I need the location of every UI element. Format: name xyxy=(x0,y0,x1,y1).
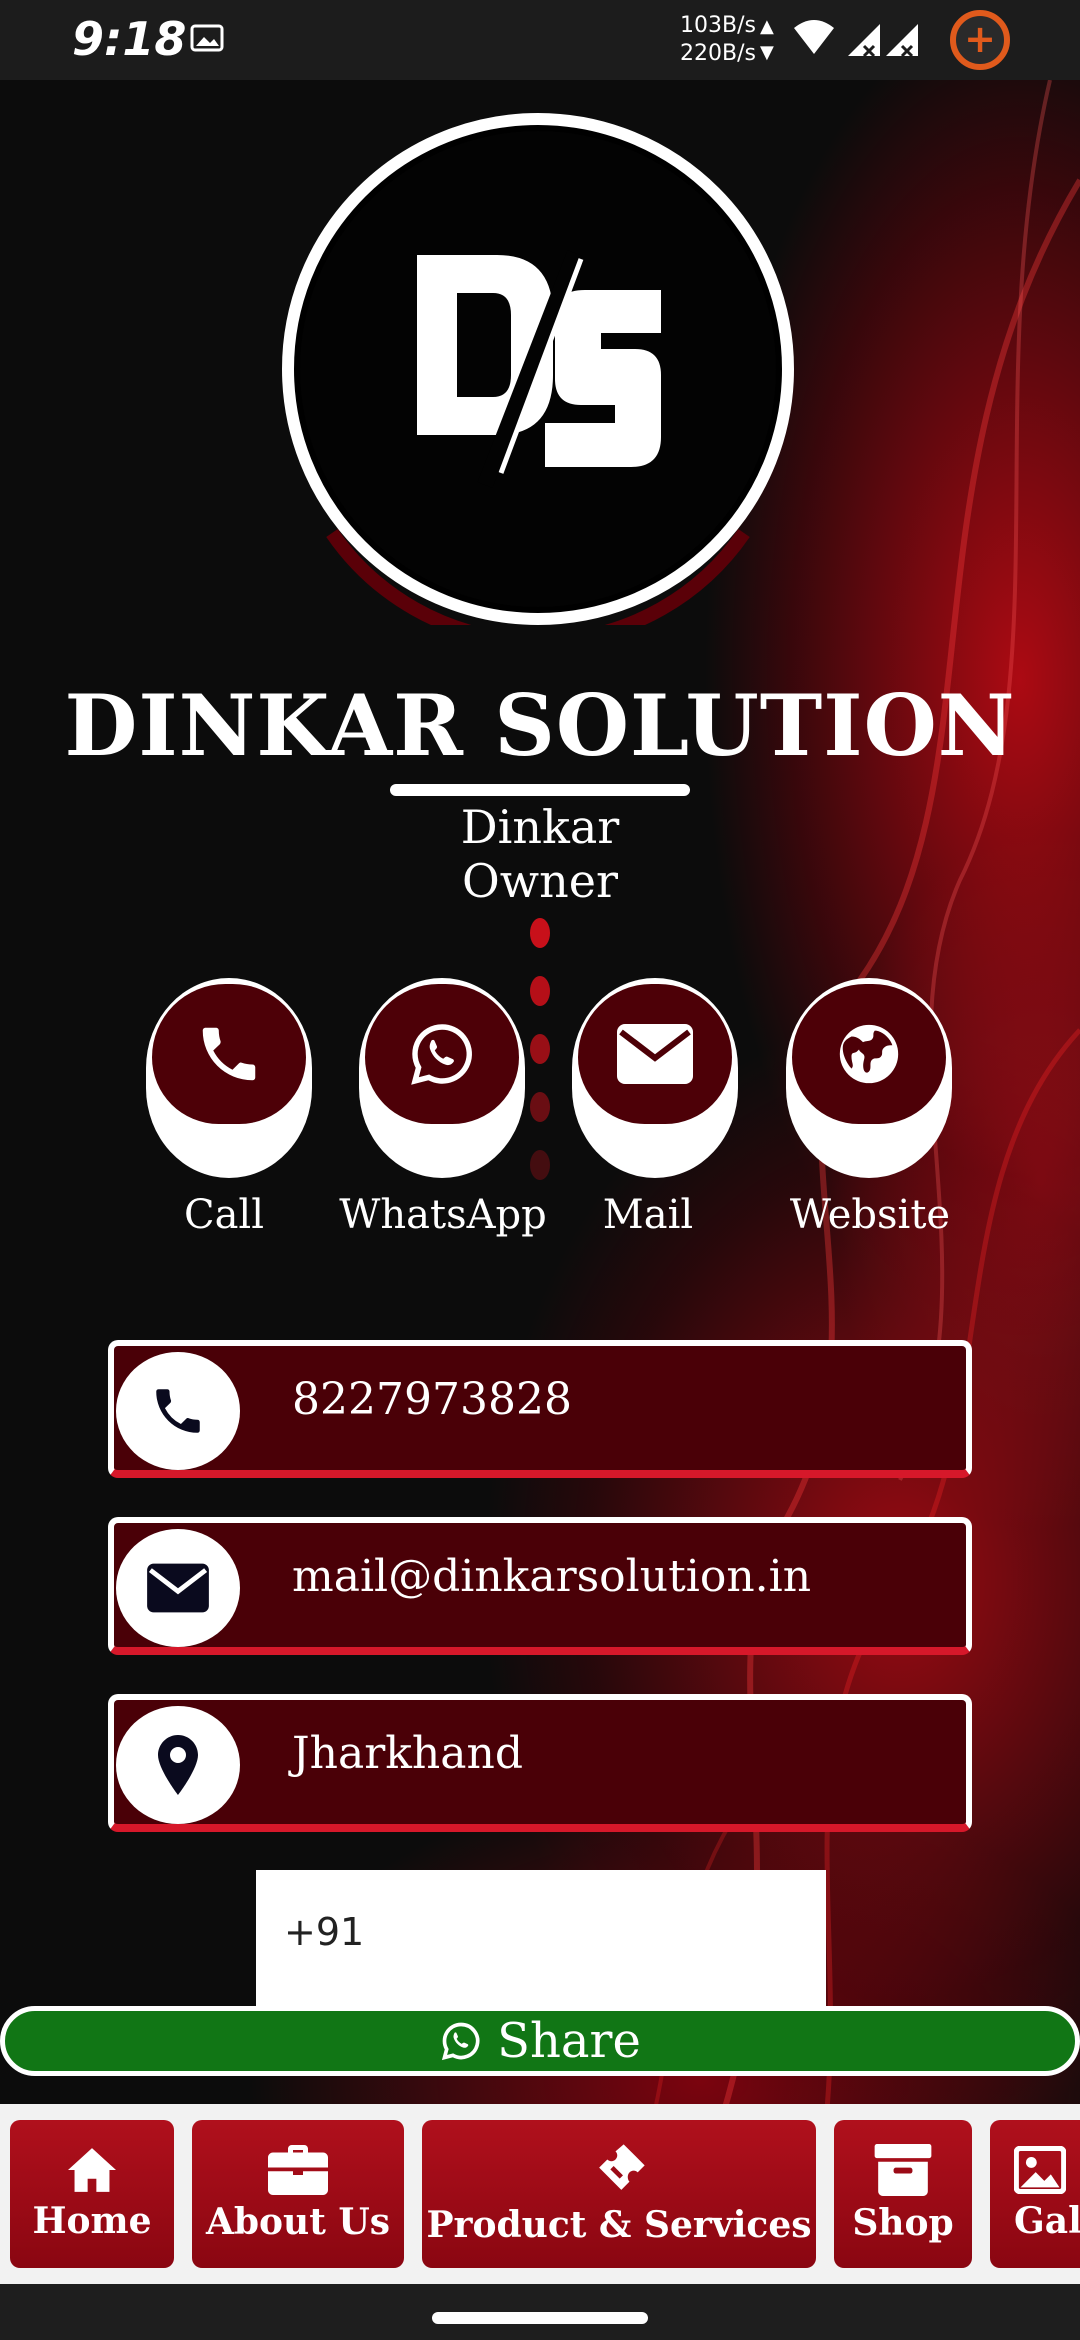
share-button[interactable]: Share xyxy=(0,2006,1080,2076)
map-pin-icon xyxy=(158,1735,198,1795)
gesture-handle[interactable] xyxy=(432,2312,648,2324)
nav-shop[interactable]: Shop xyxy=(834,2120,972,2268)
mail-label: Mail xyxy=(602,1192,694,1238)
location-row[interactable]: Jharkhand xyxy=(108,1694,972,1832)
nav-products-label: Product & Services xyxy=(426,2204,812,2246)
location-icon-circle xyxy=(116,1706,240,1824)
mail-icon xyxy=(617,1024,693,1084)
whatsapp-button[interactable] xyxy=(359,978,525,1178)
call-label: Call xyxy=(183,1192,265,1238)
email-address: mail@dinkarsolution.in xyxy=(292,1551,812,1602)
nav-about-label: About Us xyxy=(205,2201,391,2243)
nav-home[interactable]: Home xyxy=(10,2120,174,2268)
status-time: 9:18 xyxy=(72,12,187,66)
company-name: DINKAR SOLUTION xyxy=(64,676,1016,775)
phone-icon xyxy=(156,1389,200,1433)
shop-icon xyxy=(874,2144,932,2196)
wifi-icon xyxy=(794,20,834,54)
whatsapp-icon xyxy=(411,1024,472,1085)
ticket-icon xyxy=(599,2144,645,2190)
net-down: 220B/s xyxy=(680,41,756,66)
location-text: Jharkhand xyxy=(292,1728,523,1779)
battery-saver-icon: + xyxy=(950,10,1010,70)
bottom-nav: Home About Us Product & Services Shop Ga… xyxy=(0,2104,1080,2284)
nav-gallery-label: Gall xyxy=(1014,2200,1080,2242)
ds-logo xyxy=(417,250,661,488)
person-role: Owner xyxy=(462,854,618,908)
image-icon xyxy=(190,24,224,52)
call-button[interactable] xyxy=(146,978,312,1178)
connectivity-icons xyxy=(794,20,918,58)
whatsapp-action[interactable]: WhatsApp xyxy=(339,978,547,1238)
email-row[interactable]: mail@dinkarsolution.in xyxy=(108,1517,972,1655)
phone-icon-circle xyxy=(116,1352,240,1470)
net-up: 103B/s xyxy=(680,13,756,38)
gallery-icon xyxy=(1014,2146,1066,2194)
website-label: Website xyxy=(789,1192,951,1238)
network-speed: 103B/s 220B/s xyxy=(680,12,756,68)
share-label: Share xyxy=(497,2013,641,2069)
signal-icon xyxy=(886,24,918,56)
nav-gallery[interactable]: Gall xyxy=(990,2120,1080,2268)
nav-products[interactable]: Product & Services xyxy=(422,2120,816,2268)
home-icon xyxy=(68,2148,116,2192)
briefcase-icon xyxy=(268,2145,328,2195)
call-action[interactable]: Call xyxy=(146,978,316,1238)
whatsapp-label: WhatsApp xyxy=(339,1192,547,1238)
nav-shop-label: Shop xyxy=(852,2202,954,2244)
nav-about[interactable]: About Us xyxy=(192,2120,404,2268)
person-name: Dinkar xyxy=(460,800,620,854)
updown-arrows-icon: ▲ ▼ xyxy=(760,16,774,63)
mail-icon-circle xyxy=(116,1529,240,1647)
title-underline xyxy=(390,784,690,796)
phone-icon xyxy=(202,1027,256,1081)
website-action[interactable]: Website xyxy=(786,978,956,1238)
mail-icon xyxy=(147,1563,209,1613)
mail-button[interactable] xyxy=(572,978,738,1178)
signal-icon xyxy=(848,24,880,56)
mail-action[interactable]: Mail xyxy=(572,978,742,1238)
person-info: Dinkar Owner xyxy=(0,800,1080,908)
phone-row[interactable]: 8227973828 xyxy=(108,1340,972,1478)
nav-home-label: Home xyxy=(32,2200,152,2242)
decorative-dots xyxy=(530,918,550,1208)
website-button[interactable] xyxy=(786,978,952,1178)
whatsapp-icon xyxy=(442,2022,480,2061)
status-bar: 9:18 103B/s 220B/s ▲ ▼ + xyxy=(0,0,1080,80)
globe-icon xyxy=(839,1024,899,1084)
phone-number: 8227973828 xyxy=(292,1374,572,1425)
phone-share-input[interactable]: +91 xyxy=(256,1870,826,2010)
